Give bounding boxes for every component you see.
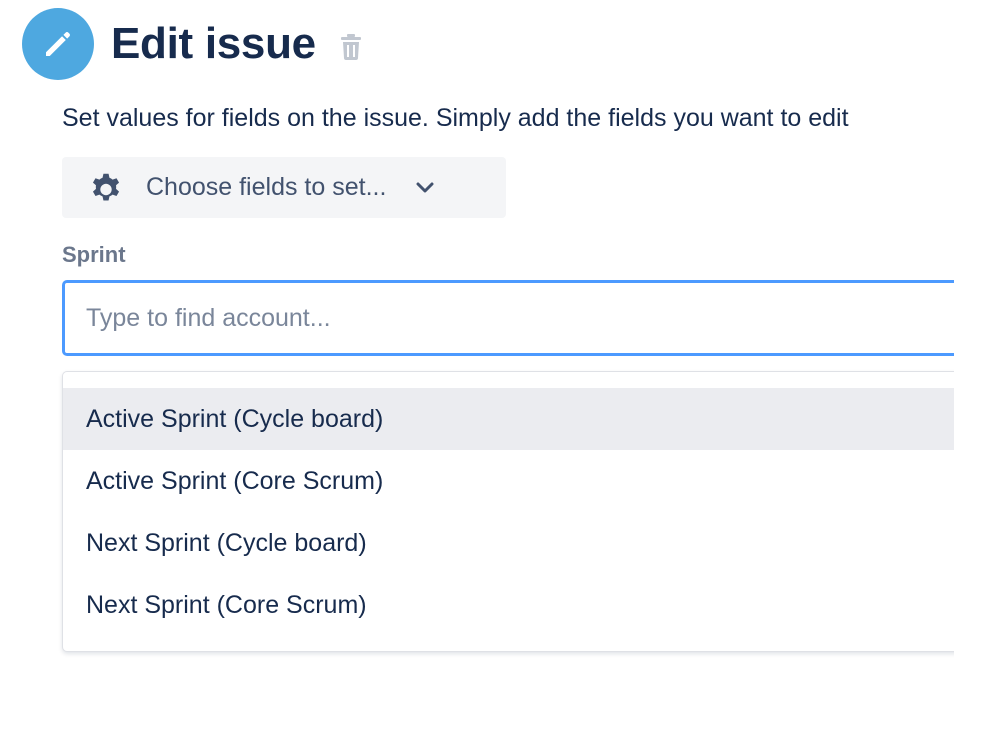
sprint-dropdown-menu: Active Sprint (Cycle board) Active Sprin… [62, 371, 962, 652]
chevron-down-icon [416, 182, 434, 194]
sprint-search-input[interactable] [62, 280, 962, 356]
gear-icon [92, 173, 120, 200]
sprint-option-active-core-scrum[interactable]: Active Sprint (Core Scrum) [63, 450, 962, 512]
sprint-option-next-cycle-board[interactable]: Next Sprint (Cycle board) [63, 512, 962, 574]
page-title: Edit issue [111, 19, 316, 68]
choose-fields-label: Choose fields to set... [146, 173, 387, 201]
description-text: Set values for fields on the issue. Simp… [62, 104, 849, 132]
trash-icon [340, 34, 361, 60]
header: Edit issue [22, 8, 364, 80]
sprint-field-label: Sprint [62, 242, 126, 267]
sprint-option-active-cycle-board[interactable]: Active Sprint (Cycle board) [63, 388, 962, 450]
edit-issue-panel: Edit issue Set values for fields on the … [0, 0, 999, 731]
choose-fields-button[interactable]: Choose fields to set... [62, 157, 506, 218]
sprint-option-next-core-scrum[interactable]: Next Sprint (Core Scrum) [63, 574, 962, 636]
crop-edge [954, 0, 999, 731]
pencil-icon [22, 8, 94, 80]
delete-button[interactable] [338, 32, 364, 62]
